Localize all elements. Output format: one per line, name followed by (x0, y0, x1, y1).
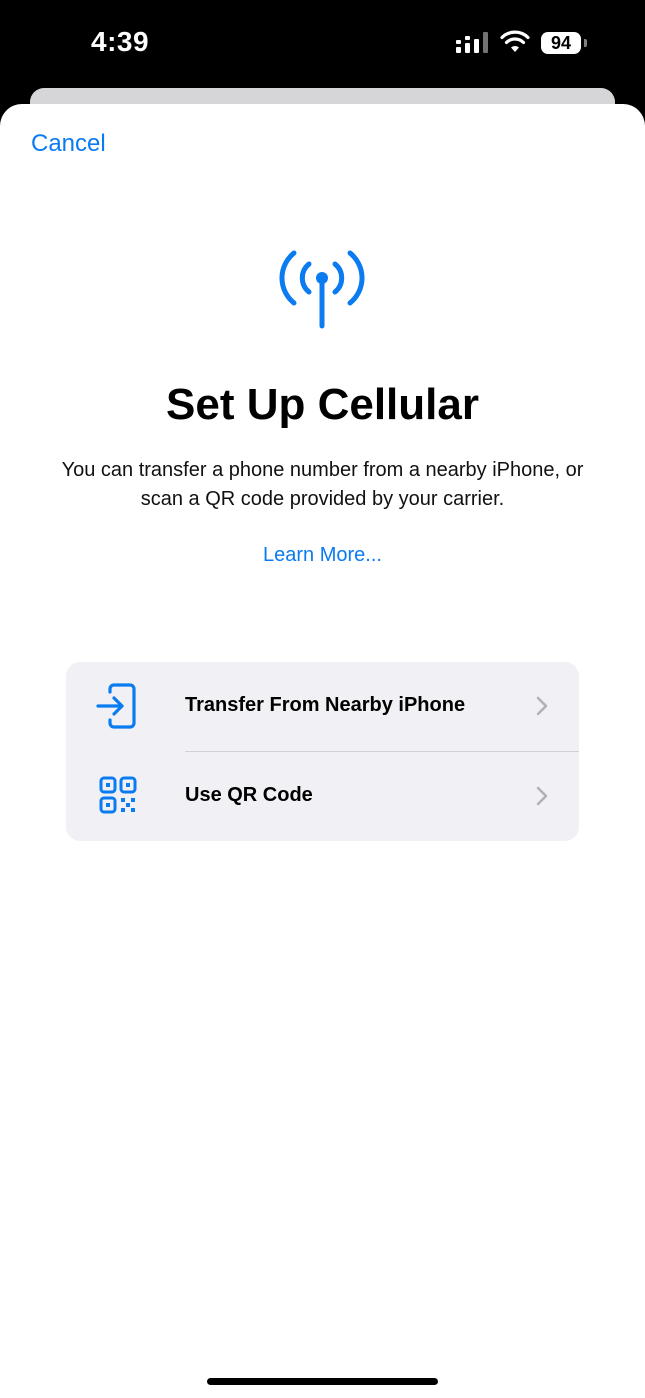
cellular-signal-icon (456, 32, 488, 53)
page-description: You can transfer a phone number from a n… (61, 459, 584, 510)
screen: 4:39 94 Cancel Set Up Cellular You can t… (0, 0, 645, 1398)
options-list: Transfer From Nearby iPhone Use QR Code (66, 662, 579, 841)
use-qr-code-button[interactable]: Use QR Code (66, 752, 579, 841)
battery-indicator: 94 (541, 32, 581, 54)
status-bar: 4:39 94 (0, 0, 645, 90)
cancel-button[interactable]: Cancel (31, 130, 106, 158)
chevron-right-icon (536, 786, 548, 806)
learn-more-link[interactable]: Learn More... (0, 544, 645, 567)
antenna-radiowaves-icon (279, 250, 365, 329)
status-time: 4:39 (91, 26, 150, 57)
chevron-right-icon (536, 696, 548, 716)
wifi-icon (500, 30, 530, 52)
transfer-from-nearby-iphone-button[interactable]: Transfer From Nearby iPhone (66, 662, 579, 751)
page-title: Set Up Cellular (166, 380, 479, 429)
battery-level: 94 (550, 33, 572, 53)
transfer-arrow-icon (96, 683, 136, 729)
home-indicator[interactable] (207, 1378, 438, 1385)
qr-code-icon (99, 776, 137, 814)
option-label: Use QR Code (185, 784, 313, 806)
setup-cellular-sheet: Cancel Set Up Cellular You can transfer … (0, 104, 645, 1398)
battery-cap (584, 39, 587, 47)
option-label: Transfer From Nearby iPhone (185, 694, 466, 716)
